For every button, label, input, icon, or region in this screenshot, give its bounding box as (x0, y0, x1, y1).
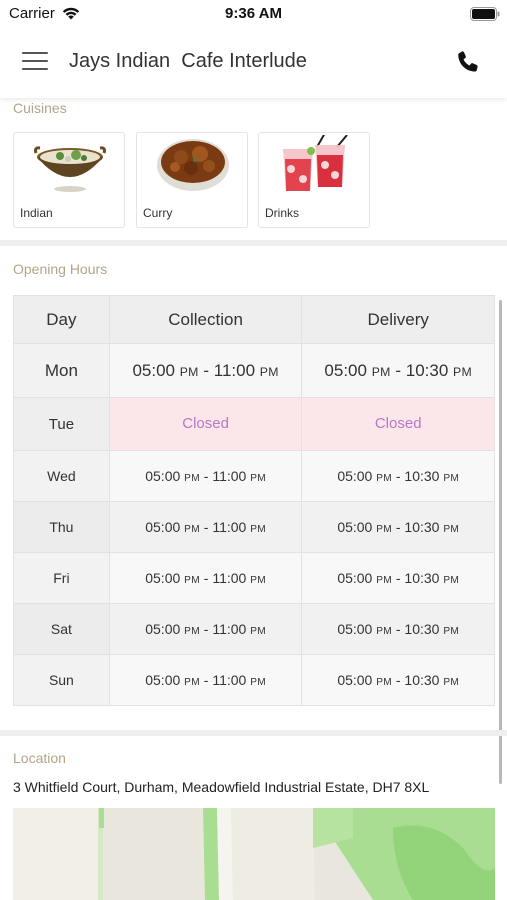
app-header: Jays Indian Cafe Interlude (0, 30, 507, 98)
table-row: Sat 05:00 PM - 11:00 PM 05:00 PM - 10:30… (13, 603, 495, 655)
table-row: Fri 05:00 PM - 11:00 PM 05:00 PM - 10:30… (13, 552, 495, 604)
clock-time: 9:36 AM (225, 5, 282, 22)
page-title: Jays Indian Cafe Interlude (69, 50, 307, 72)
map-image (13, 808, 495, 900)
scrollbar[interactable] (499, 300, 502, 784)
table-row: Tue Closed Closed (13, 397, 495, 451)
collection-hours-cell: 05:00 PM - 11:00 PM (108, 501, 303, 553)
phone-icon[interactable] (455, 49, 481, 75)
header-delivery: Delivery (301, 295, 495, 344)
table-row: Mon 05:00 PM - 11:00 PM 05:00 PM - 10:30… (13, 343, 495, 398)
location-section-label: Location (13, 750, 66, 766)
address-text: 3 Whitfield Court, Durham, Meadowfield I… (13, 779, 430, 795)
drinks-image (283, 135, 348, 191)
cuisine-label-drinks: Drinks (265, 206, 300, 220)
closed-label: Closed (182, 415, 229, 432)
delivery-hours-cell: 05:00 PM - 10:30 PM (301, 552, 495, 604)
header-day: Day (13, 295, 110, 344)
delivery-hours-cell: 05:00 PM - 10:30 PM (301, 450, 495, 502)
table-row: Thu 05:00 PM - 11:00 PM 05:00 PM - 10:30… (13, 501, 495, 553)
location-map[interactable] (13, 808, 495, 900)
collection-hours-cell: 05:00 PM - 11:00 PM (108, 654, 303, 706)
hamburger-menu-icon[interactable] (22, 52, 48, 74)
opening-hours-table: Day Collection Delivery Mon 05:00 PM - 1… (13, 295, 495, 706)
collection-hours-cell: 05:00 PM - 11:00 PM (108, 450, 303, 502)
day-cell: Thu (13, 501, 110, 553)
status-bar: Carrier 9:36 AM (0, 0, 507, 30)
section-divider (0, 240, 507, 246)
indian-dish-image (34, 146, 106, 192)
day-cell: Sat (13, 603, 110, 655)
opening-hours-section-label: Opening Hours (13, 261, 108, 277)
battery-icon (470, 7, 500, 21)
collection-hours-cell: 05:00 PM - 11:00 PM (108, 552, 303, 604)
cuisine-label-curry: Curry (143, 206, 173, 220)
delivery-hours-cell: 05:00 PM - 10:30 PM (301, 603, 495, 655)
delivery-hours-cell: 05:00 PM - 10:30 PM (301, 343, 495, 398)
day-cell: Sun (13, 654, 110, 706)
day-cell: Wed (13, 450, 110, 502)
delivery-hours-cell: 05:00 PM - 10:30 PM (301, 501, 495, 553)
table-row: Wed 05:00 PM - 11:00 PM 05:00 PM - 10:30… (13, 450, 495, 502)
collection-hours-cell: Closed (108, 397, 303, 451)
day-cell: Mon (13, 343, 110, 398)
day-cell: Tue (13, 397, 110, 451)
day-cell: Fri (13, 552, 110, 604)
collection-hours-cell: 05:00 PM - 11:00 PM (108, 603, 303, 655)
cuisines-section-label: Cuisines (13, 100, 67, 116)
delivery-hours-cell: Closed (301, 397, 495, 451)
curry-dish-image (157, 139, 229, 191)
cuisine-card-drinks[interactable]: Drinks (258, 132, 370, 228)
table-row: Sun 05:00 PM - 11:00 PM 05:00 PM - 10:30… (13, 654, 495, 706)
section-divider (0, 730, 507, 736)
header-collection: Collection (108, 295, 303, 344)
cuisine-label-indian: Indian (20, 206, 53, 220)
cuisine-card-indian[interactable]: Indian (13, 132, 125, 228)
closed-label: Closed (374, 415, 422, 432)
collection-hours-cell: 05:00 PM - 11:00 PM (108, 343, 303, 398)
table-header-row: Day Collection Delivery (13, 295, 495, 344)
cuisine-card-curry[interactable]: Curry (136, 132, 248, 228)
delivery-hours-cell: 05:00 PM - 10:30 PM (301, 654, 495, 706)
